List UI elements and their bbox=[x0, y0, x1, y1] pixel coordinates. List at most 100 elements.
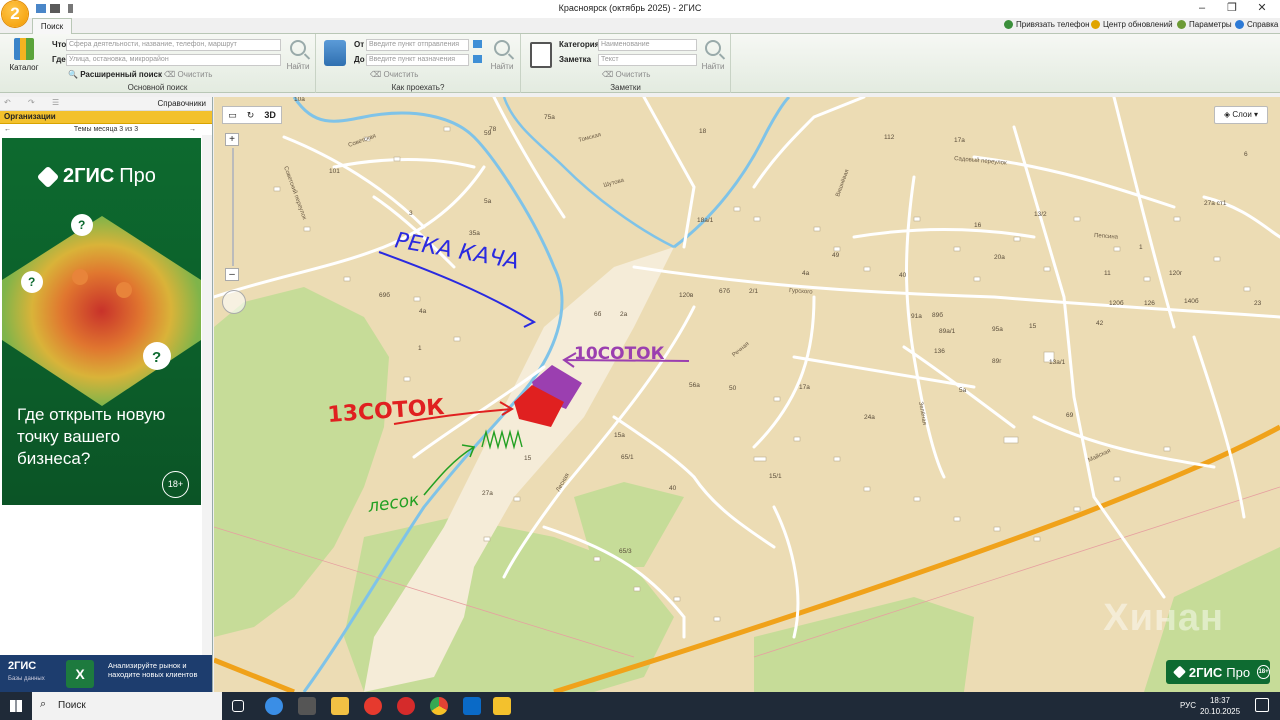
layers-button[interactable]: ◈ Слои ▾ bbox=[1214, 106, 1268, 124]
group-notes: Категория Наименование Заметка Текст Най… bbox=[521, 34, 731, 93]
chrome-like-icon[interactable] bbox=[265, 697, 283, 715]
link-phone[interactable]: Привязать телефон bbox=[1004, 20, 1089, 29]
street-sovetskaya: Советская bbox=[348, 133, 377, 149]
store-icon[interactable] bbox=[298, 697, 316, 715]
to-input[interactable]: Введите пункт назначения bbox=[366, 54, 469, 66]
house-number: 140б bbox=[1184, 297, 1199, 305]
back-icon[interactable]: ↶ bbox=[4, 98, 11, 107]
house-number: 50 bbox=[729, 385, 737, 392]
start-button[interactable] bbox=[0, 692, 32, 720]
link-updates[interactable]: Центр обновлений bbox=[1091, 20, 1173, 29]
catalog-button[interactable]: Каталог bbox=[6, 38, 42, 72]
house-number: 67б bbox=[719, 287, 730, 295]
2gis-taskbar-icon[interactable] bbox=[493, 697, 511, 715]
house-number: 89б bbox=[932, 311, 943, 319]
house-number: 65/1 bbox=[621, 454, 634, 461]
find-button[interactable]: Найти bbox=[286, 40, 310, 71]
street-zelenaya: Зелёная bbox=[917, 401, 927, 425]
link-help-label: Справка bbox=[1247, 20, 1279, 29]
bottom-ad-message: Анализируйте рынок и находите новых клие… bbox=[108, 661, 198, 679]
group-search-label: Основной поиск bbox=[127, 83, 188, 92]
where-input[interactable]: Улица, остановка, микрорайон bbox=[66, 54, 281, 66]
phone-icon bbox=[1004, 20, 1013, 29]
house-number: 24а bbox=[864, 414, 875, 421]
outlook-icon[interactable] bbox=[463, 697, 481, 715]
zoom-in-button[interactable]: + bbox=[225, 133, 239, 146]
notification-icon[interactable] bbox=[1255, 698, 1269, 712]
to-pick-icon[interactable] bbox=[473, 55, 482, 63]
taskbar: ⌕ Поиск РУС 18:37 20.10.2025 bbox=[0, 692, 1280, 720]
bottom-ad-brand: 2ГИС bbox=[8, 660, 37, 672]
list-icon[interactable]: ☰ bbox=[52, 98, 59, 107]
close-button[interactable]: ✕ bbox=[1247, 0, 1277, 18]
street-vishnevaya: Вишнёвая bbox=[835, 169, 850, 198]
street-tomskaya: Томская bbox=[578, 132, 602, 144]
zoom-out-button[interactable]: – bbox=[225, 268, 239, 281]
language-indicator[interactable]: РУС bbox=[1180, 701, 1196, 710]
chrome-icon[interactable] bbox=[430, 697, 448, 715]
link-params[interactable]: Параметры bbox=[1177, 20, 1232, 29]
pro-badge-icon bbox=[1172, 665, 1186, 679]
clock[interactable]: 18:37 20.10.2025 bbox=[1200, 695, 1240, 717]
opera-icon[interactable] bbox=[397, 697, 415, 715]
eraser-icon: ⌫ bbox=[164, 70, 176, 79]
category-select[interactable]: Наименование bbox=[598, 39, 697, 51]
extended-search-link[interactable]: 🔍 Расширенный поиск bbox=[68, 70, 162, 79]
street-pepsina: Пепсина bbox=[1094, 233, 1119, 241]
link-help[interactable]: Справка bbox=[1235, 20, 1278, 29]
task-view-icon[interactable] bbox=[232, 700, 244, 712]
house-number: 3 bbox=[409, 210, 413, 217]
house-number: 69 bbox=[1066, 412, 1074, 419]
ruler-icon[interactable]: ▭ bbox=[228, 110, 237, 121]
app-logo[interactable]: 2 bbox=[2, 1, 28, 27]
clear-search-button[interactable]: ⌫ Очистить bbox=[164, 70, 212, 79]
forward-icon[interactable]: ↷ bbox=[28, 98, 35, 107]
taskbar-search[interactable]: ⌕ Поиск bbox=[32, 692, 222, 720]
zoom-control: + – bbox=[225, 133, 241, 283]
tab-search[interactable]: Поиск bbox=[32, 18, 72, 34]
route-find-button[interactable]: Найти bbox=[490, 40, 514, 71]
from-pick-icon[interactable] bbox=[473, 40, 482, 48]
map-view[interactable]: Советская Томская Шутова Гурского Речная… bbox=[214, 97, 1280, 692]
from-input[interactable]: Введите пункт отправления bbox=[366, 39, 469, 51]
promo-banner[interactable]: 2ГИС Про ? ? ? Где открыть новую точку в… bbox=[2, 138, 201, 505]
note-input[interactable]: Текст bbox=[598, 54, 697, 66]
clear-notes-label: Очистить bbox=[615, 70, 651, 79]
house-number: 4а bbox=[802, 270, 810, 277]
house-number: 15 bbox=[1029, 323, 1037, 330]
clear-search-label: Очистить bbox=[177, 70, 213, 79]
left-scrollbar[interactable] bbox=[202, 135, 212, 655]
compass-icon[interactable] bbox=[222, 290, 246, 314]
pro-badge[interactable]: 2ГИС Про 18+ bbox=[1166, 660, 1270, 684]
clear-notes-button[interactable]: ⌫ Очистить bbox=[602, 70, 650, 79]
ad-brand-icon bbox=[36, 165, 60, 188]
prev-theme-icon[interactable]: ← bbox=[4, 124, 11, 135]
explorer-icon[interactable] bbox=[331, 697, 349, 715]
forest-annotation: лесок bbox=[366, 490, 421, 517]
house-number: 5а bbox=[484, 198, 492, 205]
maximize-button[interactable]: ❐ bbox=[1217, 0, 1247, 18]
watermark: Хинан bbox=[1103, 597, 1224, 639]
bottom-banner[interactable]: 2ГИС Базы данных X Анализируйте рынок и … bbox=[0, 655, 212, 692]
directories-dropdown[interactable]: Справочники bbox=[158, 99, 206, 108]
minimize-button[interactable]: – bbox=[1187, 0, 1217, 18]
street-rechnaya: Речная bbox=[731, 341, 750, 358]
next-theme-icon[interactable]: → bbox=[189, 124, 196, 135]
to-label: До bbox=[354, 55, 365, 64]
yandex-icon[interactable] bbox=[364, 697, 382, 715]
notes-icon bbox=[530, 42, 552, 68]
rotate-icon[interactable]: ↻ bbox=[247, 110, 255, 121]
from-label: От bbox=[354, 40, 365, 49]
pro-badge-age: 18+ bbox=[1257, 665, 1270, 679]
taskbar-search-label: Поиск bbox=[58, 700, 86, 711]
house-number: 56а bbox=[689, 382, 700, 389]
tab-organizations[interactable]: Организации bbox=[0, 111, 212, 124]
house-number: 120б bbox=[1109, 299, 1124, 307]
catalog-icon bbox=[14, 38, 34, 60]
house-number: 40 bbox=[899, 272, 907, 279]
notes-find-button[interactable]: Найти bbox=[701, 40, 725, 71]
what-input[interactable]: Сфера деятельности, название, телефон, м… bbox=[66, 39, 281, 51]
toggle-3d-button[interactable]: 3D bbox=[264, 110, 276, 120]
zoom-slider[interactable] bbox=[232, 148, 234, 266]
clear-route-button[interactable]: ⌫ Очистить bbox=[370, 70, 418, 79]
